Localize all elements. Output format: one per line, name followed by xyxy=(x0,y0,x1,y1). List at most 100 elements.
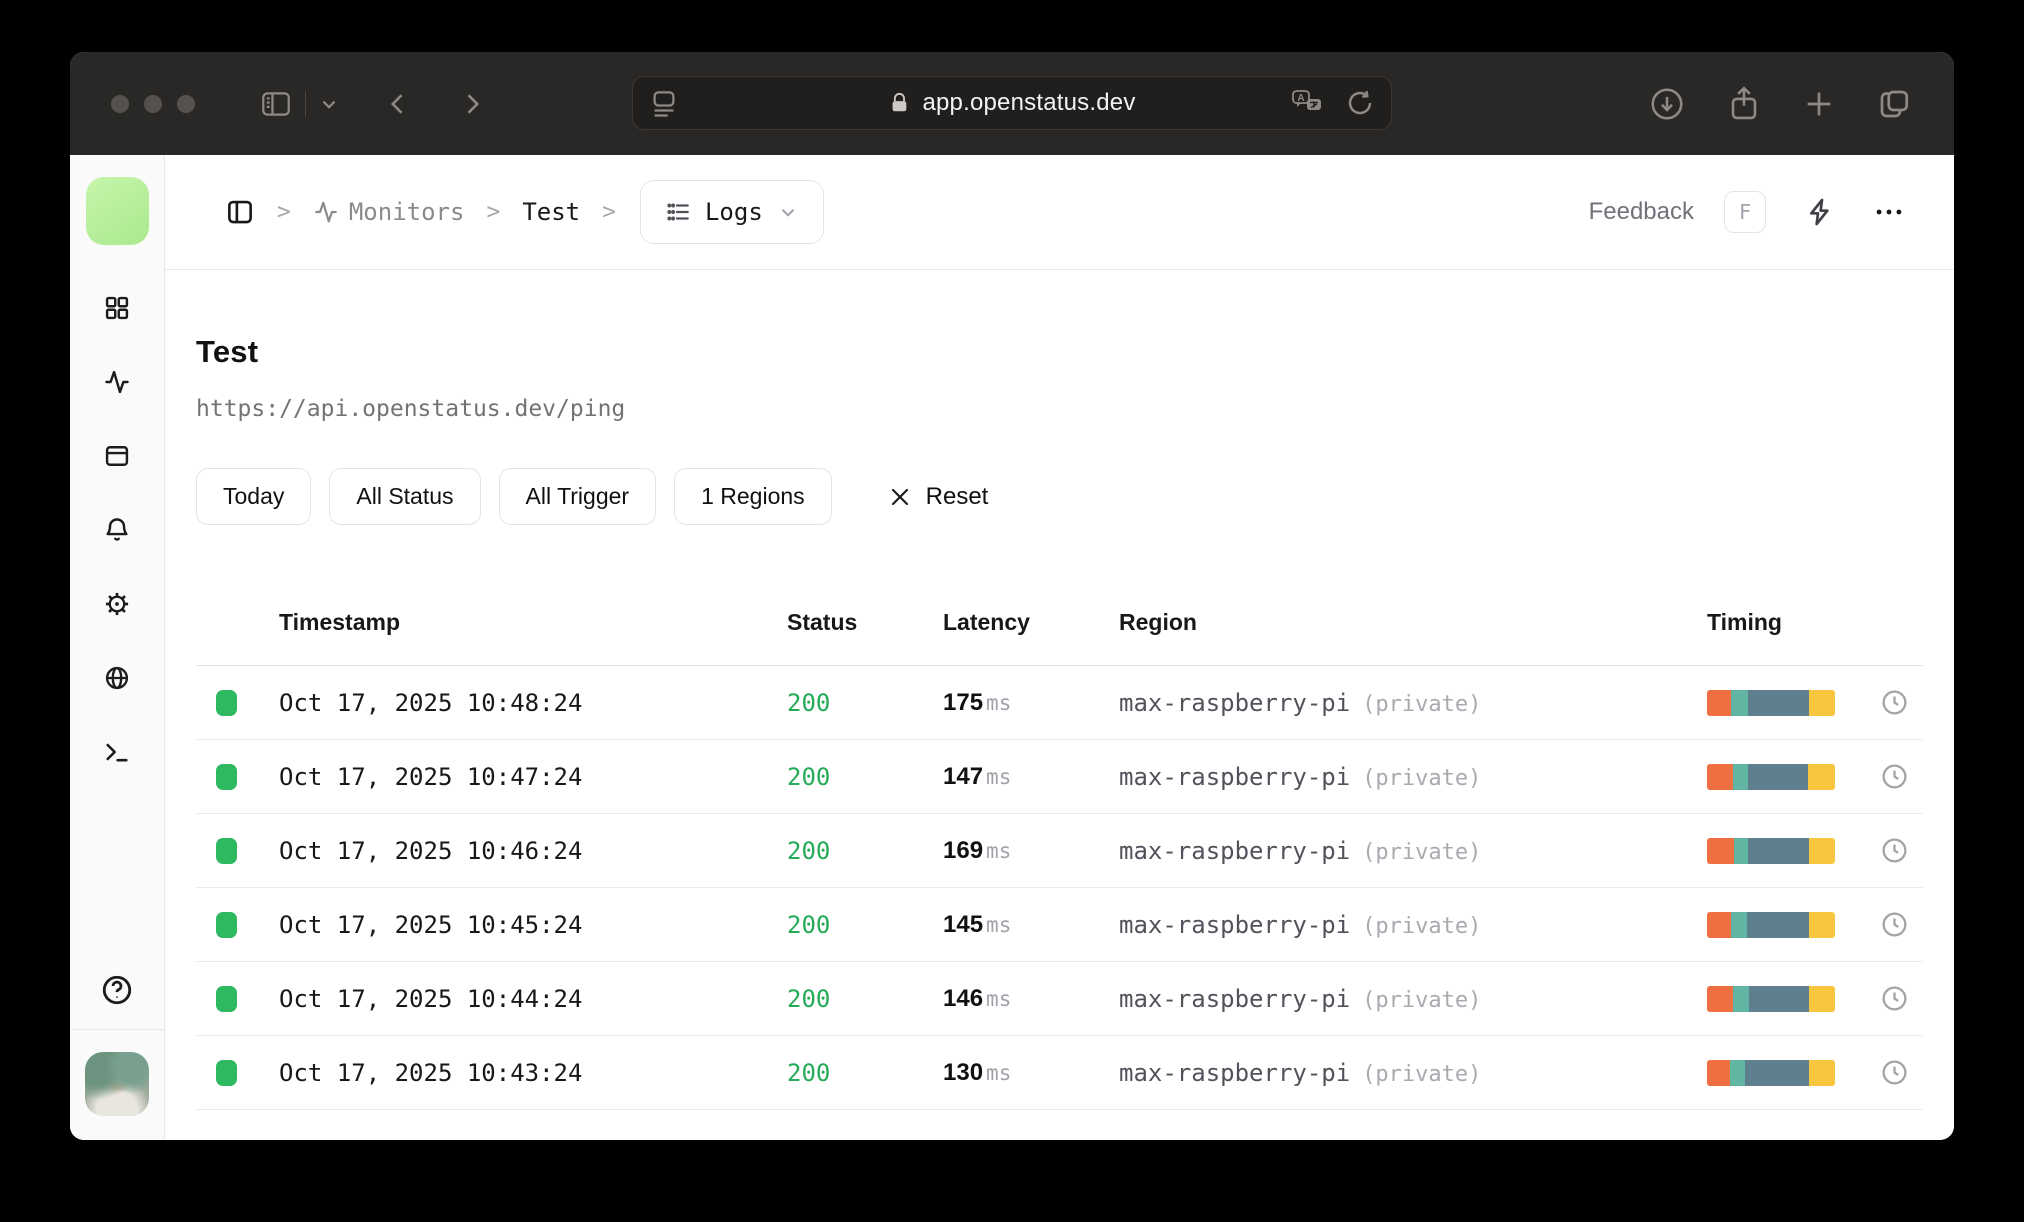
tab-overview-icon[interactable] xyxy=(1876,86,1912,122)
timing-bar xyxy=(1707,763,1835,790)
feedback-button[interactable]: Feedback xyxy=(1589,198,1694,226)
region-note: (private) xyxy=(1362,691,1482,717)
app-sidebar-toggle-icon[interactable] xyxy=(225,197,255,227)
timing-bar xyxy=(1707,911,1835,938)
table-row[interactable]: Oct 17, 2025 10:48:24 200 175 ms max-rasp… xyxy=(196,666,1923,740)
page-settings-icon[interactable] xyxy=(649,88,679,118)
reset-filters-button[interactable]: Reset xyxy=(888,483,988,511)
region-name: max-raspberry-pi xyxy=(1119,910,1351,939)
divider xyxy=(305,90,306,117)
status-code: 200 xyxy=(787,984,831,1013)
region-name: max-raspberry-pi xyxy=(1119,688,1351,717)
clock-icon[interactable] xyxy=(1880,1058,1909,1087)
latency-value: 147 xyxy=(943,762,984,790)
cell-timestamp: Oct 17, 2025 10:44:24 xyxy=(279,984,583,1013)
monitors-activity-icon[interactable] xyxy=(102,367,132,397)
table-header-row: Timestamp Status Latency Region Timing xyxy=(196,579,1923,666)
table-row[interactable]: Oct 17, 2025 10:46:24 200 169 ms max-rasp… xyxy=(196,814,1923,888)
status-code: 200 xyxy=(787,1058,831,1087)
breadcrumb: > Monitors > Test > Logs xyxy=(225,180,824,244)
region-note: (private) xyxy=(1362,839,1482,865)
minimize-window-button[interactable] xyxy=(144,94,162,113)
status-code: 200 xyxy=(787,910,831,939)
clock-icon[interactable] xyxy=(1880,762,1909,791)
browser-sidebar-toggle-icon[interactable] xyxy=(259,87,293,121)
status-indicator xyxy=(216,837,237,864)
logs-view-selector[interactable]: Logs xyxy=(639,180,824,244)
forward-button-icon[interactable] xyxy=(458,90,486,118)
breadcrumb-separator: > xyxy=(277,199,291,225)
terminal-icon[interactable] xyxy=(102,737,132,767)
region-note: (private) xyxy=(1362,765,1482,791)
breadcrumb-monitors[interactable]: Monitors xyxy=(313,198,464,226)
filter-period-button[interactable]: Today xyxy=(196,468,312,525)
latency-value: 146 xyxy=(943,984,984,1012)
status-code: 200 xyxy=(787,762,831,791)
cell-timestamp: Oct 17, 2025 10:46:24 xyxy=(279,836,583,865)
filter-regions-button[interactable]: 1 Regions xyxy=(674,468,832,525)
sidebar-chevron-down-icon[interactable] xyxy=(318,93,340,115)
status-indicator xyxy=(216,911,237,938)
settings-gear-icon[interactable] xyxy=(102,589,132,619)
col-latency: Latency xyxy=(943,608,1030,635)
status-page-icon[interactable] xyxy=(102,441,132,471)
downloads-icon[interactable] xyxy=(1648,85,1686,123)
browser-nav-controls xyxy=(259,87,486,121)
region-note: (private) xyxy=(1362,913,1482,939)
reload-icon[interactable] xyxy=(1345,88,1375,118)
activity-icon xyxy=(315,201,337,223)
chevron-down-icon xyxy=(781,208,794,217)
table-row[interactable]: Oct 17, 2025 10:43:24 200 130 ms max-rasp… xyxy=(196,1036,1923,1110)
table-row[interactable]: Oct 17, 2025 10:47:24 200 147 ms max-rasp… xyxy=(196,740,1923,814)
table-row[interactable]: Oct 17, 2025 10:44:24 200 146 ms max-rasp… xyxy=(196,962,1923,1036)
user-avatar[interactable] xyxy=(85,1052,149,1116)
command-zap-icon[interactable] xyxy=(1804,196,1836,228)
col-timing: Timing xyxy=(1707,608,1782,635)
traffic-lights xyxy=(111,94,195,113)
monitor-endpoint-url: https://api.openstatus.dev/ping xyxy=(196,396,626,422)
notifications-bell-icon[interactable] xyxy=(102,515,132,545)
lock-icon xyxy=(888,91,910,115)
col-timestamp: Timestamp xyxy=(279,608,401,635)
col-region: Region xyxy=(1119,608,1197,635)
translate-icon[interactable]: A xyxy=(1291,88,1325,118)
region-note: (private) xyxy=(1362,987,1482,1013)
help-icon[interactable] xyxy=(100,973,134,1007)
divider xyxy=(70,1029,164,1030)
address-bar-domain-group: app.openstatus.dev xyxy=(888,89,1135,117)
browser-toolbar-right xyxy=(1648,85,1954,123)
close-window-button[interactable] xyxy=(111,94,129,113)
breadcrumb-monitor-name[interactable]: Test xyxy=(522,198,580,226)
clock-icon[interactable] xyxy=(1880,984,1909,1013)
clock-icon[interactable] xyxy=(1880,688,1909,717)
clock-icon[interactable] xyxy=(1880,836,1909,865)
zoom-window-button[interactable] xyxy=(177,94,195,113)
latency-value: 130 xyxy=(943,1058,984,1086)
cell-timestamp: Oct 17, 2025 10:47:24 xyxy=(279,762,583,791)
latency-unit: ms xyxy=(986,838,1012,863)
latency-value: 145 xyxy=(943,910,984,938)
filter-status-button[interactable]: All Status xyxy=(329,468,481,525)
region-name: max-raspberry-pi xyxy=(1119,762,1351,791)
new-tab-icon[interactable] xyxy=(1802,87,1836,121)
address-bar[interactable]: app.openstatus.dev A xyxy=(632,76,1392,130)
more-options-icon[interactable] xyxy=(1872,195,1906,229)
latency-value: 175 xyxy=(943,688,984,716)
workspace-logo[interactable] xyxy=(85,177,149,245)
clock-icon[interactable] xyxy=(1880,910,1909,939)
logs-view-label: Logs xyxy=(704,198,763,226)
table-row[interactable]: Oct 17, 2025 10:45:24 200 145 ms max-rasp… xyxy=(196,888,1923,962)
address-bar-url[interactable]: app.openstatus.dev xyxy=(922,89,1135,117)
status-code: 200 xyxy=(787,836,831,865)
browser-window: app.openstatus.dev A > Monitors > Test >… xyxy=(70,52,1954,1140)
svg-text:A: A xyxy=(1297,93,1304,104)
back-button-icon[interactable] xyxy=(384,90,412,118)
timing-bar xyxy=(1707,1059,1835,1086)
app-header: > Monitors > Test > Logs Feedback F xyxy=(165,155,1954,270)
filter-trigger-button[interactable]: All Trigger xyxy=(498,468,657,525)
close-icon xyxy=(891,488,908,505)
dashboard-grid-icon[interactable] xyxy=(102,293,132,323)
app-body: > Monitors > Test > Logs Feedback F Test… xyxy=(70,155,1954,1140)
share-icon[interactable] xyxy=(1726,85,1762,123)
globe-icon[interactable] xyxy=(102,663,132,693)
